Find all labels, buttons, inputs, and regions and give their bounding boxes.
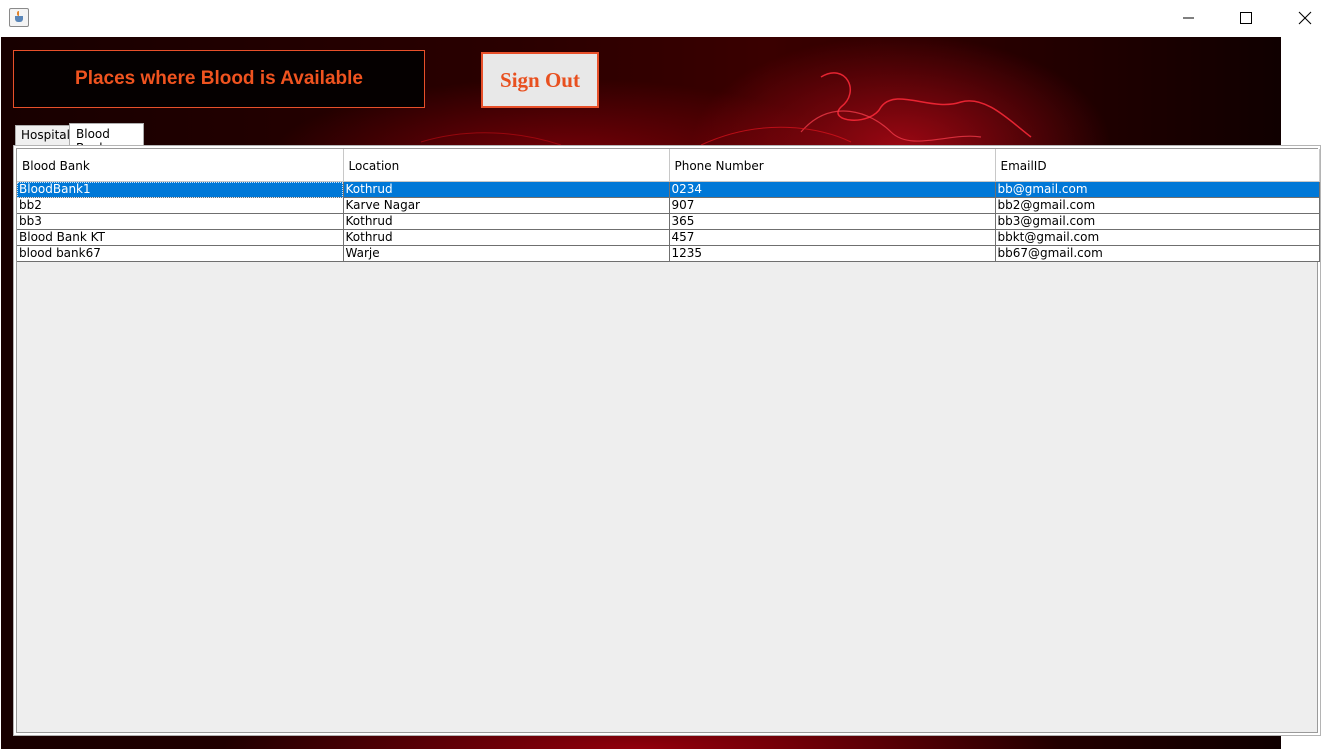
minimize-icon [1183, 17, 1194, 19]
table-scroll-pane[interactable]: Blood Bank Location Phone Number EmailID… [16, 148, 1320, 733]
sign-out-button[interactable]: Sign Out [481, 52, 599, 108]
table-cell[interactable]: bb2@gmail.com [995, 197, 1320, 214]
table-cell[interactable]: Kothrud [343, 229, 670, 246]
page-title-box: Places where Blood is Available [13, 50, 425, 108]
table-row[interactable]: Blood Bank KT Kothrud 457 bbkt@gmail.com [17, 229, 1320, 246]
column-header-blood-bank[interactable]: Blood Bank [17, 149, 344, 182]
close-icon [1298, 11, 1312, 25]
minimize-button[interactable] [1159, 0, 1217, 36]
table-cell[interactable]: 907 [669, 197, 996, 214]
tab-hospital[interactable]: Hospital [15, 125, 70, 145]
sign-out-label: Sign Out [500, 67, 580, 92]
title-bar [0, 0, 1337, 37]
maximize-icon [1240, 12, 1252, 24]
maximize-button[interactable] [1217, 0, 1275, 36]
table-cell[interactable]: 0234 [669, 181, 996, 198]
table-cell[interactable]: bb3@gmail.com [995, 213, 1320, 230]
table-cell[interactable]: 1235 [669, 245, 996, 262]
table-cell[interactable]: Blood Bank KT [17, 229, 344, 246]
table-row[interactable]: bb2 Karve Nagar 907 bb2@gmail.com [17, 197, 1320, 214]
table-cell[interactable]: bb@gmail.com [995, 181, 1320, 198]
table-cell[interactable]: Kothrud [343, 213, 670, 230]
close-button[interactable] [1276, 0, 1334, 36]
table-cell[interactable]: Warje [343, 245, 670, 262]
table-header-row: Blood Bank Location Phone Number EmailID [17, 149, 1320, 182]
table-cell[interactable]: Karve Nagar [343, 197, 670, 214]
tab-blood-bank[interactable]: Blood Bank [69, 123, 144, 155]
page-title: Places where Blood is Available [75, 68, 363, 89]
table-cell[interactable]: bb2 [17, 197, 344, 214]
column-header-email[interactable]: EmailID [995, 149, 1320, 182]
java-cup-icon[interactable] [9, 8, 29, 27]
table-cell[interactable]: bb3 [17, 213, 344, 230]
tab-content-panel: Blood Bank Location Phone Number EmailID… [13, 145, 1321, 736]
table-cell[interactable]: bbkt@gmail.com [995, 229, 1320, 246]
column-header-phone-number[interactable]: Phone Number [669, 149, 996, 182]
table-cell[interactable]: BloodBank1 [17, 181, 344, 198]
table-cell[interactable]: Kothrud [343, 181, 670, 198]
column-header-location[interactable]: Location [343, 149, 670, 182]
table-row[interactable]: blood bank67 Warje 1235 bb67@gmail.com [17, 245, 1320, 262]
table-cell[interactable]: bb67@gmail.com [995, 245, 1320, 262]
table-cell[interactable]: 457 [669, 229, 996, 246]
blood-bank-table[interactable]: Blood Bank Location Phone Number EmailID… [17, 149, 1320, 262]
table-cell[interactable]: blood bank67 [17, 245, 344, 262]
table-row[interactable]: BloodBank1 Kothrud 0234 bb@gmail.com [17, 181, 1320, 198]
table-cell[interactable]: 365 [669, 213, 996, 230]
table-row[interactable]: bb3 Kothrud 365 bb3@gmail.com [17, 213, 1320, 230]
